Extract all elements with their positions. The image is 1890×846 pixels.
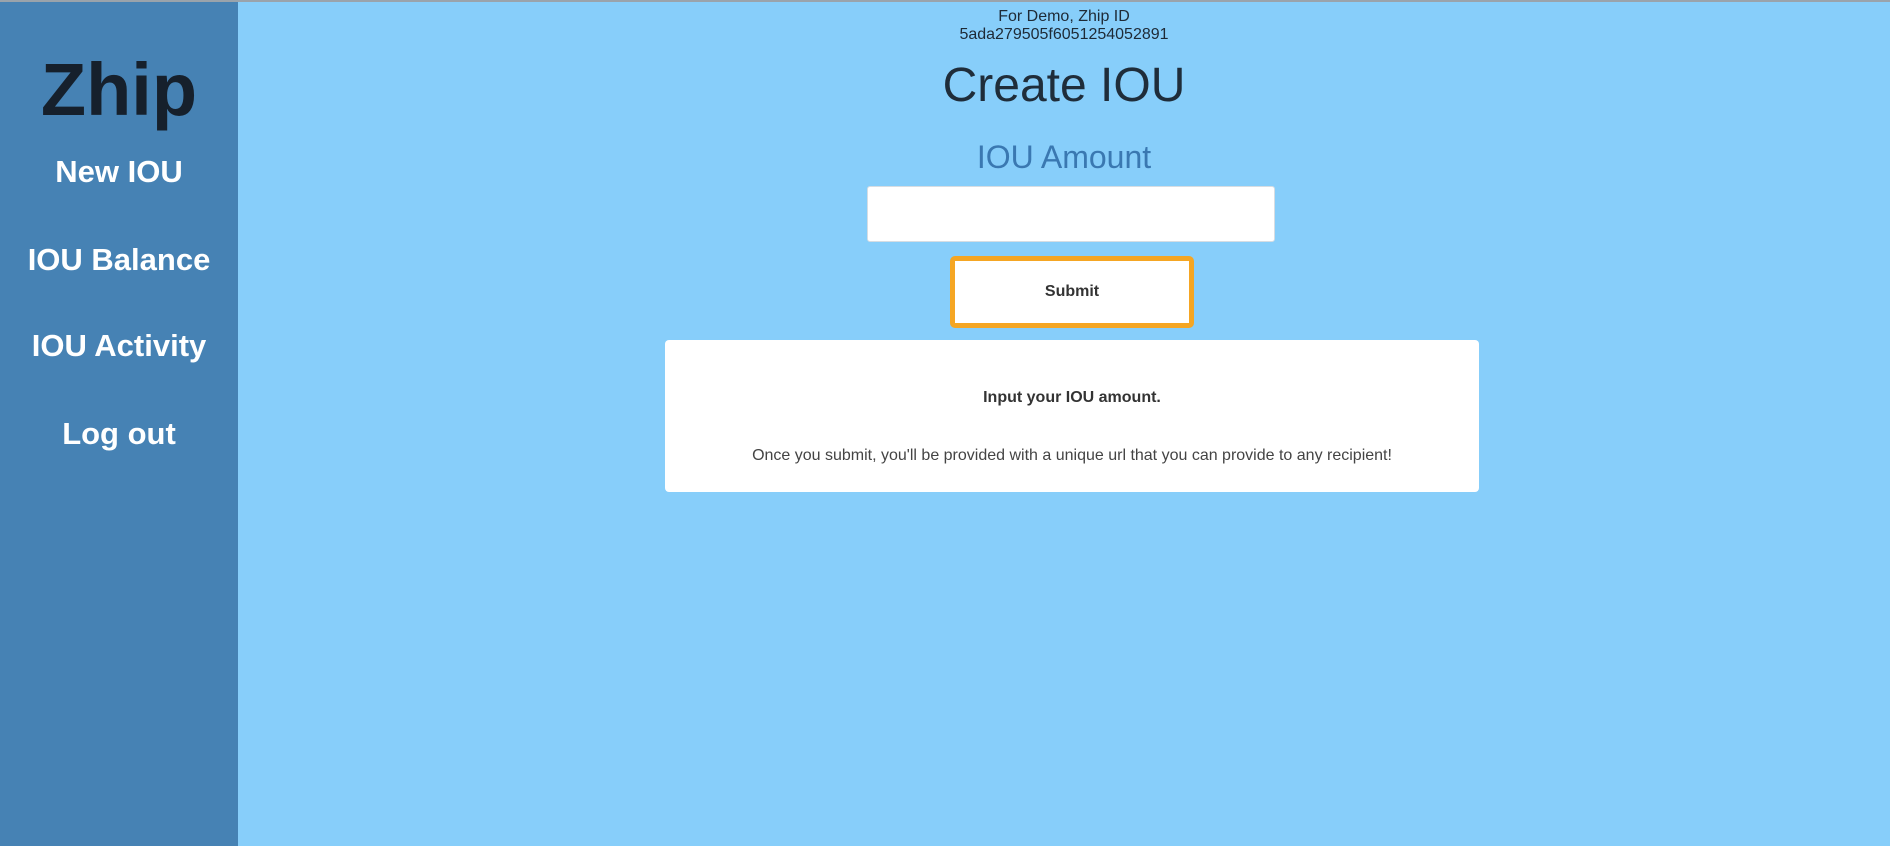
nav-item-iou-activity[interactable]: IOU Activity [0, 326, 238, 366]
top-border [0, 0, 1890, 2]
nav-item-log-out[interactable]: Log out [0, 414, 238, 454]
page-title: Create IOU [942, 59, 1186, 112]
submit-button[interactable]: Submit [950, 256, 1194, 328]
info-card: Input your IOU amount. Once you submit, … [665, 340, 1479, 492]
info-text: Once you submit, you'll be provided with… [752, 447, 1392, 464]
iou-amount-input[interactable] [867, 186, 1275, 242]
nav-item-iou-balance[interactable]: IOU Balance [0, 240, 238, 280]
amount-label: IOU Amount [976, 139, 1152, 175]
main-content: For Demo, Zhip ID 5ada279505f60512540528… [238, 0, 1890, 846]
demo-label: For Demo, Zhip ID [998, 8, 1130, 25]
sidebar: Zhip New IOU IOU Balance IOU Activity Lo… [0, 0, 238, 846]
info-heading: Input your IOU amount. [983, 389, 1161, 406]
nav-item-new-iou[interactable]: New IOU [0, 152, 238, 192]
zhip-id: 5ada279505f6051254052891 [959, 26, 1169, 43]
brand-logo[interactable]: Zhip [0, 42, 238, 138]
